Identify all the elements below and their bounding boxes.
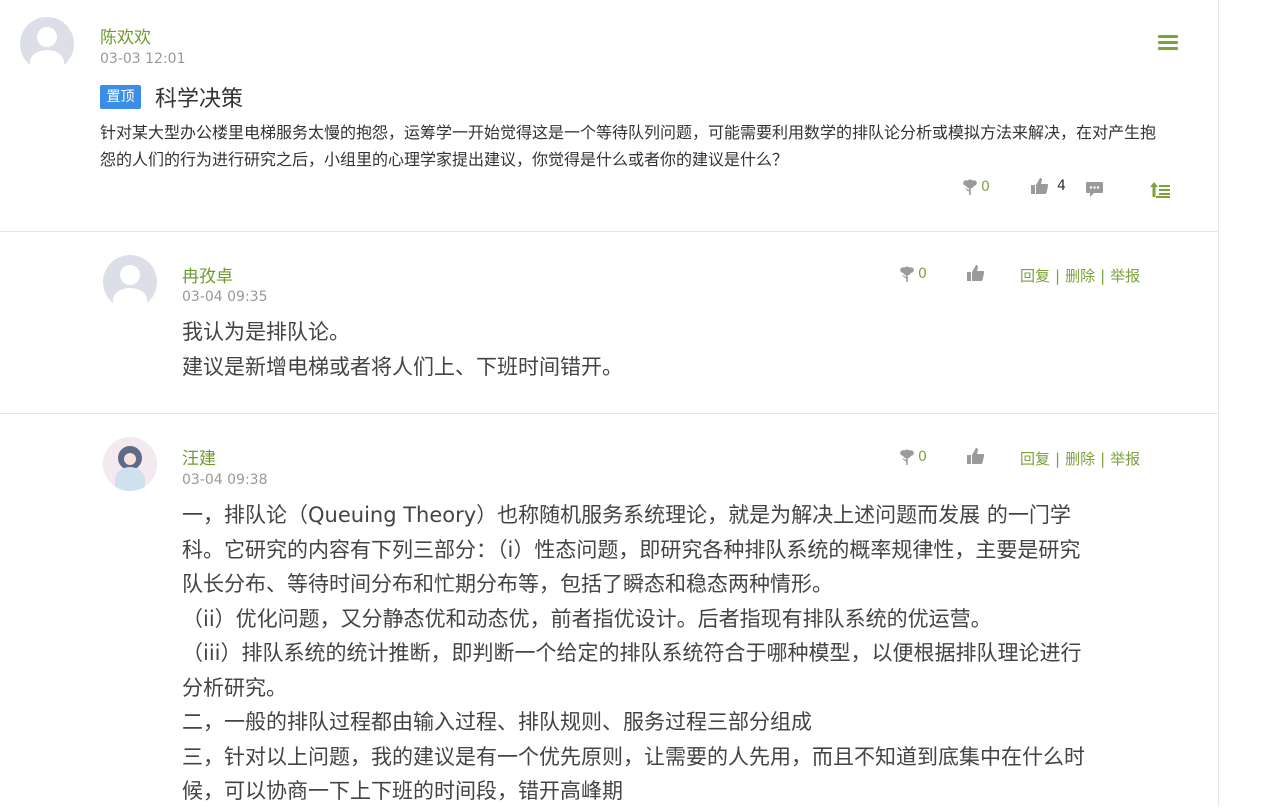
thumbs-up-icon <box>967 448 985 464</box>
reply-line: 我认为是排队论。 <box>182 320 350 344</box>
reply-link[interactable]: 回复 <box>1020 448 1050 469</box>
divider <box>0 231 1218 232</box>
avatar[interactable] <box>20 17 74 71</box>
pin-top-icon <box>1150 182 1170 198</box>
delete-link[interactable]: 删除 <box>1065 448 1095 469</box>
report-link[interactable]: 举报 <box>1110 448 1140 469</box>
reply-actions: 回复 | 删除 | 举报 <box>1020 448 1141 469</box>
reply-link[interactable]: 回复 <box>1020 265 1050 286</box>
like-button[interactable]: 4 <box>1030 177 1066 195</box>
reply-line: 分析研究。 <box>182 675 287 700</box>
reply-time: 03-04 09:35 <box>182 289 268 305</box>
reply-time: 03-04 09:38 <box>182 472 268 488</box>
flower-button[interactable]: 0 <box>898 448 927 466</box>
reply-author[interactable]: 冉孜卓 <box>182 262 233 287</box>
divider <box>0 413 1218 414</box>
pin-top-button[interactable] <box>1150 182 1171 198</box>
flower-button[interactable]: 0 <box>961 178 990 196</box>
reply-line: 建议是新增电梯或者将人们上、下班时间错开。 <box>182 354 623 379</box>
reply-line: 队长分布、等待时间分布和忙期分布等，包括了瞬态和稳态两种情形。 <box>182 572 833 596</box>
reply-line: （iii）排队系统的统计推断，即判断一个给定的排队系统符合于哪种模型，以便根据排… <box>182 641 1082 665</box>
comment-button[interactable] <box>1085 181 1104 198</box>
reply-actions: 回复 | 删除 | 举报 <box>1020 265 1141 286</box>
like-count: 4 <box>1057 178 1066 194</box>
flower-icon <box>900 266 914 282</box>
post-author[interactable]: 陈欢欢 <box>100 23 151 48</box>
reply-body: 一，排队论（Queuing Theory）也称随机服务系统理论，就是为解决上述问… <box>182 498 1182 809</box>
flower-icon <box>963 179 977 195</box>
flower-button[interactable]: 0 <box>898 265 927 283</box>
pinned-badge: 置顶 <box>100 85 141 109</box>
reply-line: 二，一般的排队过程都由输入过程、排队规则、服务过程三部分组成 <box>182 710 812 734</box>
reply-line: 三，针对以上问题，我的建议是有一个优先原则，让需要的人先用，而且不知道到底集中在… <box>182 744 1085 769</box>
delete-link[interactable]: 删除 <box>1065 265 1095 286</box>
reply-line: 科。它研究的内容有下列三部分：（i）性态问题，即研究各种排队系统的概率规律性，主… <box>182 537 1081 562</box>
thumbs-up-icon <box>967 265 985 281</box>
post-title: 科学决策 <box>155 87 244 112</box>
page-border <box>1218 0 1219 806</box>
reply-author[interactable]: 汪建 <box>182 444 216 469</box>
flower-count: 0 <box>918 266 927 282</box>
flower-count: 0 <box>918 449 927 465</box>
menu-icon[interactable] <box>1158 35 1178 51</box>
avatar[interactable] <box>103 437 157 491</box>
reply-line: 一，排队论（Queuing Theory）也称随机服务系统理论，就是为解决上述问… <box>182 503 1071 527</box>
comment-icon <box>1086 182 1103 197</box>
thumbs-up-icon <box>1031 178 1049 194</box>
avatar[interactable] <box>103 255 157 309</box>
post-time: 03-03 12:01 <box>100 51 186 67</box>
report-link[interactable]: 举报 <box>1110 265 1140 286</box>
like-button[interactable] <box>966 264 985 282</box>
reply-line: （ii）优化问题，又分静态优和动态优，前者指优设计。后者指现有排队系统的优运营。 <box>182 606 992 631</box>
reply-line: 候，可以协商一下上下班的时间段，错开高峰期 <box>182 779 623 803</box>
flower-count: 0 <box>981 179 990 195</box>
post-body: 针对某大型办公楼里电梯服务太慢的抱怨，运筹学一开始觉得这是一个等待队列问题，可能… <box>100 123 1157 169</box>
discussion-thread: 陈欢欢 03-03 12:01 置顶 科学决策 针对某大型办公楼里电梯服务太慢的… <box>0 0 1218 806</box>
reply-body: 我认为是排队论。 建议是新增电梯或者将人们上、下班时间错开。 <box>182 315 1182 384</box>
like-button[interactable] <box>966 447 985 465</box>
flower-icon <box>900 449 914 465</box>
